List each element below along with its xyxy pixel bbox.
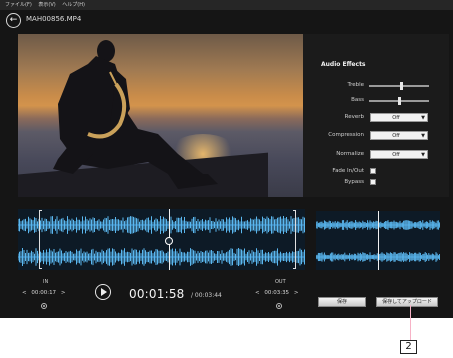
bass-slider-knob[interactable]: [398, 97, 401, 105]
save-and-upload-button[interactable]: 保存してアップロード: [376, 297, 438, 307]
in-label: IN: [43, 279, 49, 285]
out-next-icon[interactable]: >: [294, 290, 299, 296]
treble-slider-knob[interactable]: [400, 82, 403, 90]
save-button[interactable]: 保存: [318, 297, 366, 307]
arrow-left-icon: ←: [9, 15, 18, 25]
reverb-dropdown[interactable]: Off ▼: [370, 113, 428, 122]
menu-view[interactable]: 表示(V): [38, 2, 55, 8]
video-preview[interactable]: [18, 34, 303, 197]
in-timecode-field: < 00:00:17 >: [22, 289, 65, 297]
compression-dropdown[interactable]: Off ▼: [370, 131, 428, 140]
treble-slider[interactable]: [369, 82, 429, 90]
waveform-overview[interactable]: [316, 211, 440, 270]
bass-row: Bass: [303, 95, 449, 107]
reverb-label: Reverb: [344, 114, 364, 120]
normalize-value: Off: [392, 152, 400, 158]
callout-line: [410, 305, 411, 340]
out-prev-icon[interactable]: <: [255, 290, 260, 296]
bypass-row: Bypass: [303, 177, 449, 189]
current-time: 00:01:58: [129, 287, 185, 301]
chevron-down-icon: ▼: [421, 152, 425, 158]
compression-value: Off: [392, 133, 400, 139]
waveform-editor[interactable]: L R: [18, 209, 305, 270]
out-timecode-field: < 00:03:35 >: [255, 289, 298, 297]
in-next-icon[interactable]: >: [61, 290, 66, 296]
file-name: MAH00856.MP4: [26, 15, 82, 23]
bypass-label: Bypass: [344, 179, 364, 185]
normalize-dropdown[interactable]: Off ▼: [370, 150, 428, 159]
out-time: 00:03:35: [264, 290, 290, 296]
menu-help[interactable]: ヘルプ(H): [62, 2, 85, 8]
chevron-down-icon: ▼: [421, 115, 425, 121]
back-button[interactable]: ←: [6, 13, 21, 28]
normalize-label: Normalize: [336, 151, 364, 157]
chevron-down-icon: ▼: [421, 133, 425, 139]
in-bracket[interactable]: [39, 210, 42, 269]
saxophonist-silhouette: [53, 40, 218, 189]
playhead-handle[interactable]: [165, 237, 173, 245]
treble-row: Treble: [303, 80, 449, 92]
out-bracket[interactable]: [293, 210, 296, 269]
in-time: 00:00:17: [31, 290, 57, 296]
app-window: ファイル(F) 表示(V) ヘルプ(H) ← MAH00856.MP4 Audi…: [0, 0, 453, 318]
fade-label: Fade In/Out: [332, 168, 364, 174]
normalize-row: Normalize Off ▼: [303, 149, 449, 161]
compression-label: Compression: [328, 132, 364, 138]
bypass-checkbox[interactable]: [370, 179, 376, 185]
title-bar: ← MAH00856.MP4: [0, 10, 453, 32]
audio-effects-panel: Audio Effects Treble Bass Reverb Off ▼ Co…: [303, 34, 449, 197]
audio-effects-title: Audio Effects: [321, 61, 366, 68]
reverb-row: Reverb Off ▼: [303, 112, 449, 124]
waveform-graphic: [18, 216, 305, 266]
overview-playhead: [378, 211, 379, 270]
bass-label: Bass: [351, 97, 364, 103]
out-label: OUT: [275, 279, 286, 285]
in-prev-icon[interactable]: <: [22, 290, 27, 296]
callout-number: 2: [400, 340, 417, 354]
reverb-value: Off: [392, 115, 400, 121]
menu-file[interactable]: ファイル(F): [5, 2, 32, 8]
fade-checkbox[interactable]: [370, 168, 376, 174]
set-in-point-icon[interactable]: [41, 303, 47, 309]
play-button[interactable]: [95, 284, 111, 300]
total-time: / 00:03:44: [191, 292, 222, 299]
bass-slider[interactable]: [369, 97, 429, 105]
compression-row: Compression Off ▼: [303, 130, 449, 142]
menu-bar: ファイル(F) 表示(V) ヘルプ(H): [0, 0, 453, 10]
treble-label: Treble: [347, 82, 364, 88]
set-out-point-icon[interactable]: [276, 303, 282, 309]
